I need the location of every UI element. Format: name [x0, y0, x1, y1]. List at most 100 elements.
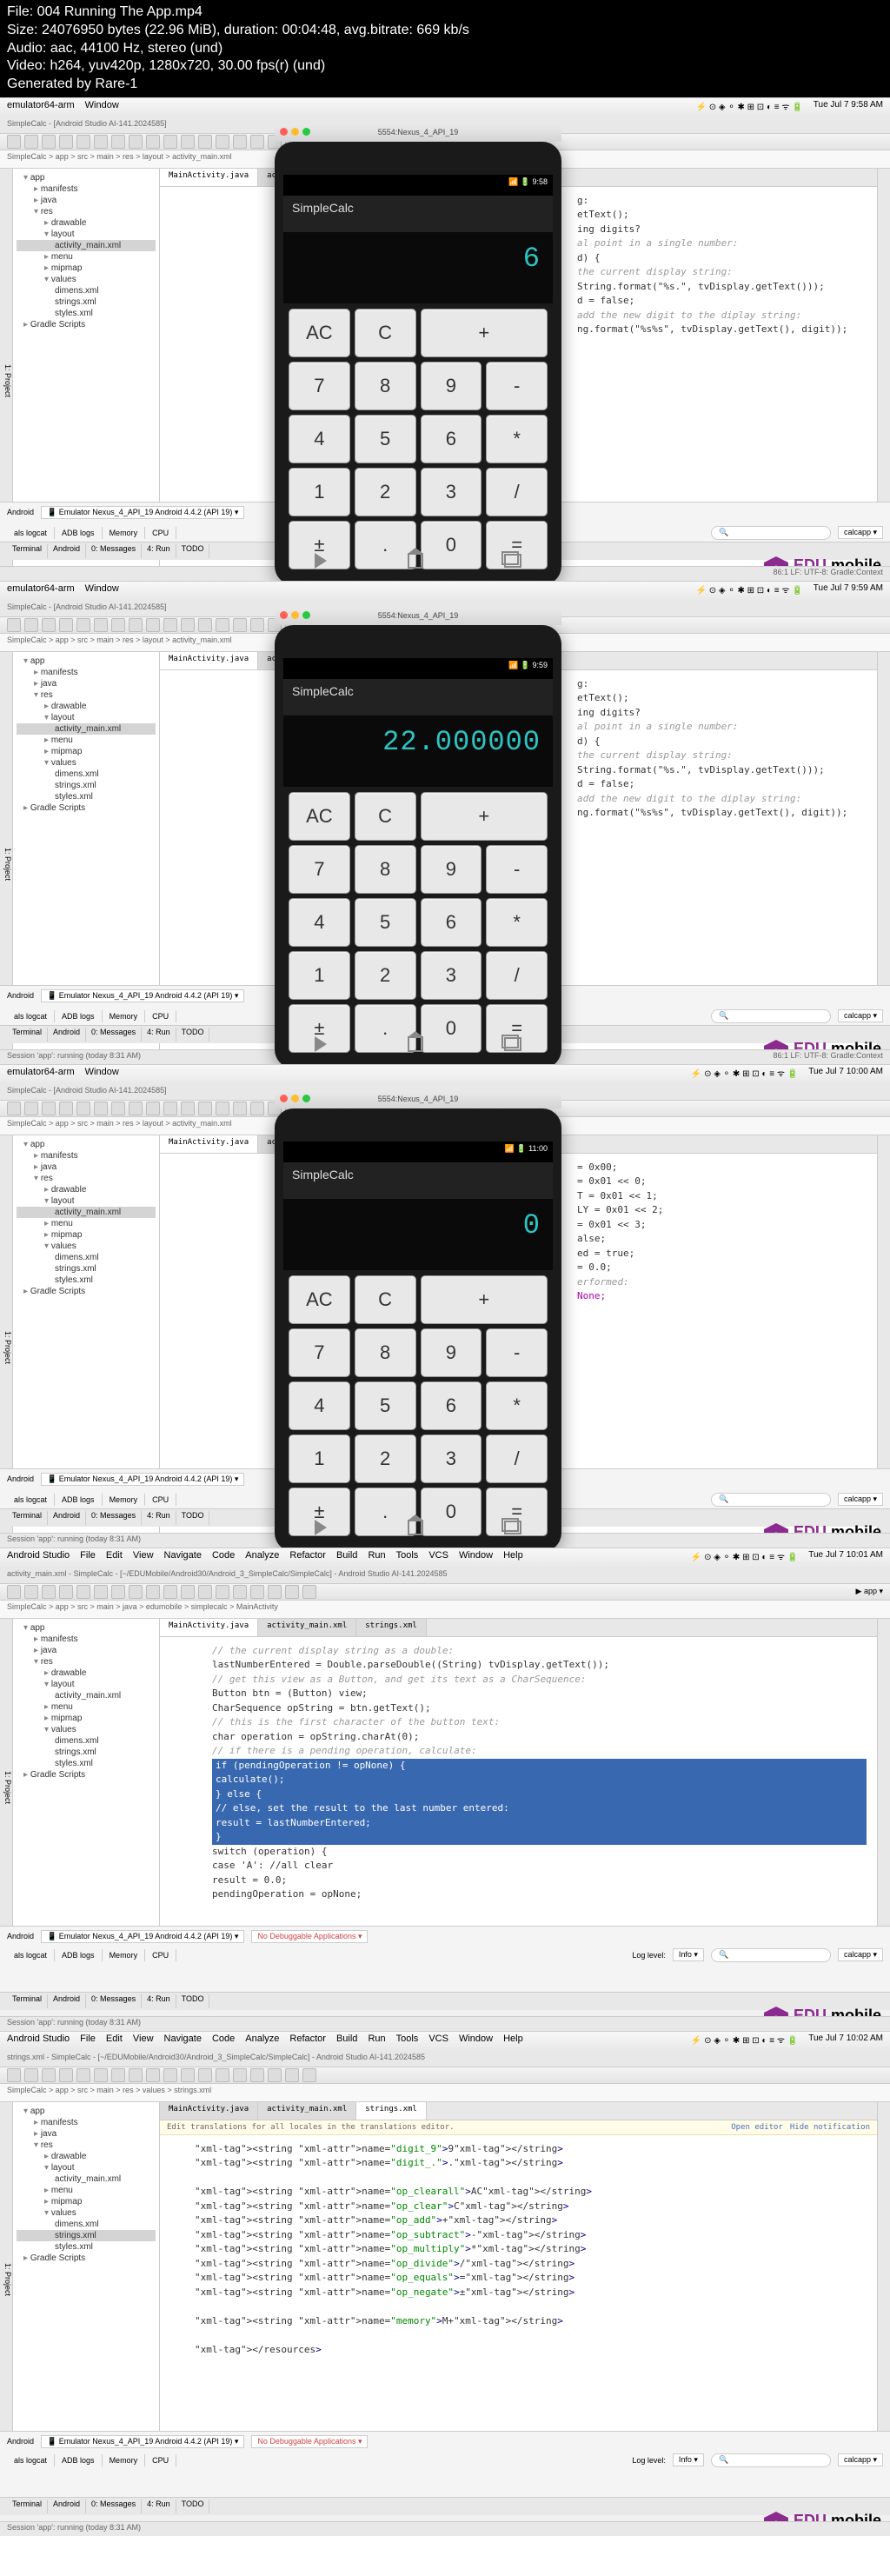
- tree-item[interactable]: values: [17, 1241, 156, 1252]
- panel-tab[interactable]: als logcat: [7, 527, 55, 539]
- tree-item[interactable]: dimens.xml: [17, 769, 156, 780]
- panel-tab[interactable]: Memory: [103, 527, 146, 539]
- code-line[interactable]: pendingOperation = opNone;: [212, 1887, 867, 1902]
- toolbar-button[interactable]: [129, 135, 143, 149]
- toolbar-button[interactable]: [76, 2068, 90, 2082]
- menubar-icons[interactable]: ⚡ ⊙ ◈ ⚬ ✱ ⊞ ⊡ ◐ ≡ ᯤ 🔋: [691, 2034, 798, 2049]
- tree-item[interactable]: java: [17, 1162, 156, 1173]
- status-tab[interactable]: Android: [48, 544, 86, 558]
- code-line[interactable]: alse;: [577, 1232, 867, 1247]
- left-gutter[interactable]: 1: Project: [0, 2102, 13, 2450]
- code-line[interactable]: result = lastNumberEntered;: [212, 1816, 867, 1831]
- menu-item[interactable]: Edit: [106, 2034, 123, 2049]
- code-line[interactable]: switch (operation) {: [212, 1845, 867, 1860]
- editor-tab[interactable]: activity_main.xml: [258, 2102, 356, 2120]
- menu-item[interactable]: File: [80, 2034, 96, 2049]
- code-line[interactable]: d = false;: [577, 294, 867, 309]
- tree-item[interactable]: activity_main.xml: [17, 723, 156, 735]
- toolbar-button[interactable]: [233, 1102, 247, 1115]
- calc-button-7[interactable]: 7: [289, 362, 350, 410]
- menu-item[interactable]: Build: [336, 1550, 357, 1566]
- calc-button-1[interactable]: 1: [289, 951, 350, 1000]
- toolbar-button[interactable]: [24, 1585, 38, 1599]
- tree-item[interactable]: drawable: [17, 701, 156, 712]
- toolbar-button[interactable]: [233, 618, 247, 632]
- calc-button-9[interactable]: 9: [421, 362, 482, 410]
- tree-item[interactable]: res: [17, 689, 156, 701]
- recent-icon[interactable]: [504, 554, 521, 568]
- code-line[interactable]: [195, 2328, 867, 2343]
- toolbar-button[interactable]: [129, 1102, 143, 1115]
- status-tab[interactable]: Terminal: [7, 2499, 48, 2513]
- editor-tab[interactable]: MainActivity.java: [160, 169, 258, 186]
- editor-tab[interactable]: activity_main.xml: [258, 1619, 356, 1636]
- calc-button-9[interactable]: 9: [421, 1328, 482, 1377]
- left-gutter[interactable]: 1: Project: [0, 1619, 13, 1949]
- calc-button-5[interactable]: 5: [355, 415, 416, 463]
- menu-item[interactable]: Window: [459, 2034, 493, 2049]
- toolbar-button[interactable]: [233, 1585, 247, 1599]
- code-line[interactable]: "xml-tag"><string "xml-attr">name="memor…: [195, 2314, 867, 2329]
- home-icon[interactable]: [408, 553, 423, 569]
- code-line[interactable]: calculate();: [212, 1773, 867, 1787]
- menu-item[interactable]: Android Studio: [7, 1550, 70, 1566]
- code-line[interactable]: [195, 2171, 867, 2186]
- menu-item[interactable]: Run: [368, 2034, 385, 2049]
- loglevel-selector[interactable]: Info ▾: [673, 1948, 704, 1961]
- code-line[interactable]: ng.format("%s%s", tvDisplay.getText(), d…: [577, 806, 867, 821]
- calc-button-3[interactable]: 3: [421, 1434, 482, 1483]
- calc-button-6[interactable]: 6: [421, 415, 482, 463]
- minimize-icon[interactable]: [291, 1095, 299, 1102]
- code-line[interactable]: if (pendingOperation != opNone) {: [212, 1759, 867, 1774]
- tree-item[interactable]: manifests: [17, 183, 156, 195]
- panel-tab[interactable]: als logcat: [7, 1949, 55, 1961]
- toolbar-button[interactable]: [250, 1102, 264, 1115]
- code-line[interactable]: char operation = opString.charAt(0);: [212, 1730, 867, 1745]
- status-tab[interactable]: 0: Messages: [86, 1028, 142, 1042]
- toolbar-button[interactable]: [198, 1585, 212, 1599]
- toolbar-button[interactable]: [76, 135, 90, 149]
- status-tab[interactable]: Android: [48, 1511, 86, 1525]
- toolbar-button[interactable]: [146, 618, 160, 632]
- calc-button-8[interactable]: 8: [355, 845, 416, 894]
- status-tab[interactable]: Android: [48, 2499, 86, 2513]
- tree-item[interactable]: layout: [17, 712, 156, 723]
- code-line[interactable]: add the new digit to the diplay string:: [577, 792, 867, 807]
- process-selector[interactable]: No Debuggable Applications ▾: [251, 2435, 368, 2448]
- menu-item[interactable]: Window: [85, 583, 119, 599]
- calc-button-2[interactable]: 2: [355, 468, 416, 516]
- back-icon[interactable]: [315, 553, 327, 569]
- tree-item[interactable]: menu: [17, 735, 156, 746]
- toolbar-button[interactable]: [233, 135, 247, 149]
- toolbar-button[interactable]: [146, 1102, 160, 1115]
- toolbar-button[interactable]: [163, 618, 177, 632]
- tree-item[interactable]: styles.xml: [17, 1758, 156, 1769]
- tree-item[interactable]: drawable: [17, 1667, 156, 1679]
- code-line[interactable]: [195, 2300, 867, 2314]
- filter-selector[interactable]: calcapp ▾: [838, 1009, 883, 1022]
- toolbar-button[interactable]: [163, 1585, 177, 1599]
- menu-item[interactable]: Window: [459, 1550, 493, 1566]
- tree-item[interactable]: res: [17, 1656, 156, 1667]
- tree-item[interactable]: res: [17, 2140, 156, 2151]
- toolbar-button[interactable]: [7, 618, 21, 632]
- code-line[interactable]: "xml-tag"><string "xml-attr">name="op_cl…: [195, 2200, 867, 2214]
- home-icon[interactable]: [408, 1520, 423, 1535]
- status-tab[interactable]: Terminal: [7, 544, 48, 558]
- emulator-window[interactable]: 5554:Nexus_4_API_19 📶 🔋 11:00 SimpleCalc…: [275, 1108, 561, 1548]
- device-selector[interactable]: 📱 Emulator Nexus_4_API_19 Android 4.4.2 …: [41, 1473, 244, 1486]
- toolbar-button[interactable]: [24, 2068, 38, 2082]
- code-line[interactable]: etText();: [577, 208, 867, 223]
- code-line[interactable]: d = false;: [577, 777, 867, 792]
- menu-item[interactable]: Window: [85, 100, 119, 116]
- tree-item[interactable]: activity_main.xml: [17, 1207, 156, 1218]
- toolbar-button[interactable]: [216, 1585, 229, 1599]
- calc-button-C[interactable]: C: [355, 1275, 416, 1324]
- toolbar-button[interactable]: [111, 1585, 125, 1599]
- status-tab[interactable]: Terminal: [7, 1994, 48, 2008]
- toolbar-button[interactable]: [285, 1585, 299, 1599]
- toolbar-button[interactable]: [163, 135, 177, 149]
- status-tab[interactable]: 4: Run: [142, 1994, 176, 2008]
- calc-button-+[interactable]: +: [421, 1275, 548, 1324]
- tree-item[interactable]: values: [17, 2207, 156, 2219]
